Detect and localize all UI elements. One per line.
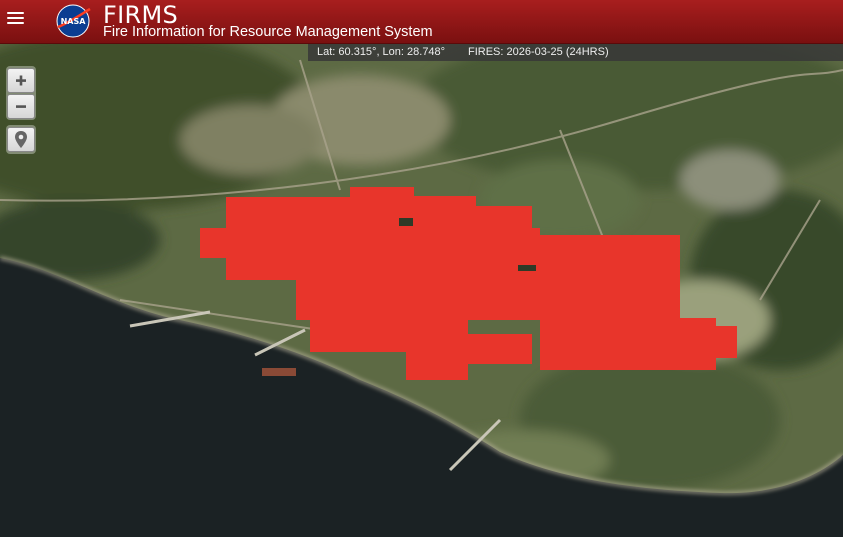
cursor-coordinates: Lat: 60.315°, Lon: 28.748° (317, 46, 446, 58)
fires-date-label[interactable]: FIRES: 2026-03-25 (24HRS) (468, 44, 609, 61)
nasa-logo-text: NASA (61, 17, 87, 26)
app-subtitle: Fire Information for Resource Management… (103, 24, 433, 40)
locate-button[interactable] (7, 127, 35, 152)
minus-icon (16, 105, 26, 108)
zoom-out-button[interactable] (7, 94, 35, 119)
hamburger-menu-icon[interactable] (7, 10, 25, 26)
zoom-controls (6, 66, 36, 120)
locate-control (6, 125, 36, 154)
app-header: NASA FIRMS Fire Information for Resource… (0, 0, 843, 44)
map-pin-icon (15, 131, 27, 148)
status-bar: Lat: 60.315°, Lon: 28.748° FIRES: 2026-0… (308, 44, 843, 61)
nasa-logo[interactable]: NASA (54, 3, 92, 39)
satellite-map[interactable] (0, 0, 843, 537)
zoom-in-button[interactable] (7, 68, 35, 93)
plus-icon (16, 75, 26, 86)
